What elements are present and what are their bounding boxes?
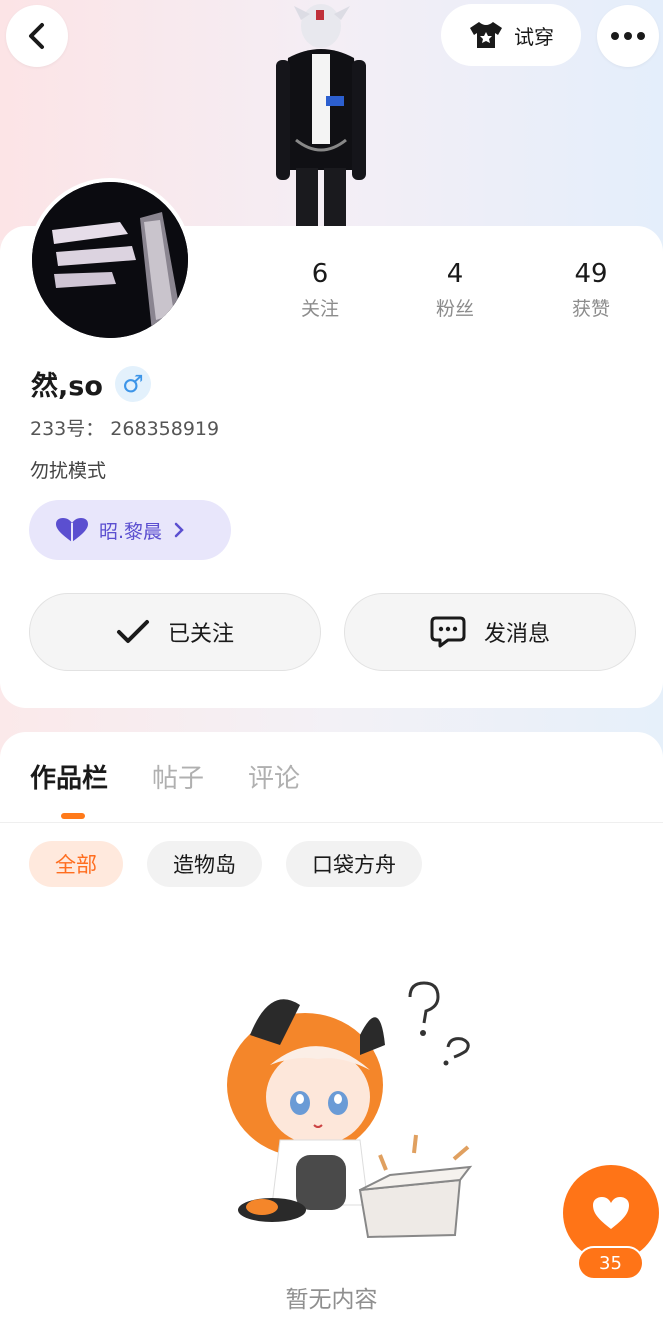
- active-tab-indicator: [61, 813, 85, 819]
- tab-works[interactable]: 作品栏: [30, 758, 108, 795]
- avatar[interactable]: [28, 178, 192, 342]
- empty-state-text: 暂无内容: [285, 1287, 378, 1313]
- relation-pill[interactable]: 昭.黎晨: [29, 500, 231, 560]
- heart-icon: [593, 1197, 629, 1229]
- username: 然,so: [31, 371, 103, 402]
- back-button[interactable]: [6, 5, 68, 67]
- send-message-label: 发消息: [483, 622, 550, 647]
- bio: 勿扰模式: [30, 460, 107, 482]
- stat-label: 获赞: [571, 298, 610, 320]
- chip-creation-island[interactable]: 造物岛: [147, 841, 262, 887]
- stat-value: 6: [311, 259, 329, 289]
- content-tabs: 作品栏 帖子 评论: [30, 758, 300, 795]
- tabs-divider: [0, 822, 663, 823]
- send-message-button[interactable]: 发消息: [344, 593, 636, 671]
- following-label: 已关注: [167, 622, 234, 647]
- avatar-character-image: [276, 4, 366, 230]
- male-icon: ♂: [114, 365, 151, 402]
- relation-pill-label: 昭.黎晨: [99, 520, 163, 543]
- stat-label: 粉丝: [435, 298, 474, 320]
- like-count-badge: 35: [577, 1246, 644, 1280]
- following-button[interactable]: 已关注: [29, 593, 321, 671]
- user-id: 233号： 268358919: [30, 418, 220, 440]
- chevron-right-icon: [174, 522, 184, 538]
- more-dots-icon: [611, 32, 645, 40]
- chip-pocket-ark[interactable]: 口袋方舟: [286, 841, 422, 887]
- try-on-label: 试穿: [514, 24, 554, 49]
- chevron-left-icon: [29, 23, 44, 49]
- stat-value: 4: [446, 259, 464, 289]
- stat-value: 49: [574, 259, 608, 289]
- username-row: 然,so ♂: [31, 364, 151, 403]
- chip-all[interactable]: 全部: [29, 841, 123, 887]
- tab-posts[interactable]: 帖子: [152, 758, 204, 795]
- chat-bubble-icon: [430, 616, 466, 648]
- tab-comments[interactable]: 评论: [248, 758, 300, 795]
- more-options-button[interactable]: [597, 5, 659, 67]
- tshirt-icon: [470, 22, 502, 48]
- avatar-image: [32, 182, 188, 338]
- checkmark-icon: [116, 620, 149, 643]
- stat-label: 关注: [300, 298, 339, 320]
- stats-row: 6 关注 4 粉丝 49 获赞: [250, 258, 663, 328]
- stat-followers[interactable]: 4 粉丝: [405, 258, 505, 321]
- filter-chips: 全部 造物岛 口袋方舟: [29, 841, 422, 887]
- try-on-button[interactable]: 试穿: [441, 4, 581, 66]
- stat-following[interactable]: 6 关注: [270, 258, 370, 321]
- stat-likes-received[interactable]: 49 获赞: [541, 258, 641, 321]
- empty-state-illustration: [227, 981, 473, 1239]
- heart-icon: [56, 518, 88, 542]
